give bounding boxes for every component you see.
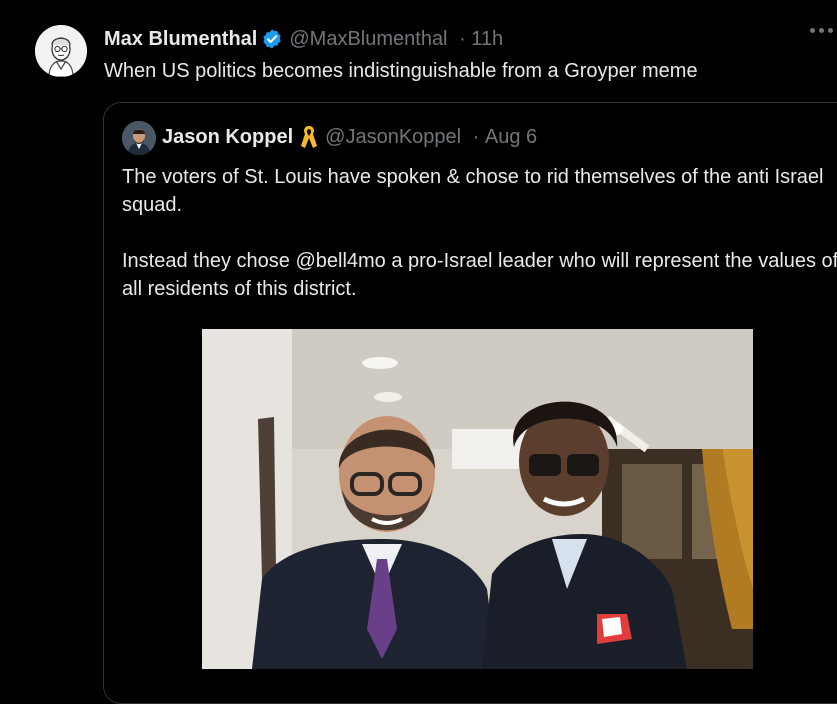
tweet: Max Blumenthal @MaxBlumenthal · 11h When… <box>0 0 837 704</box>
quote-paragraph-1: The voters of St. Louis have spoken & ch… <box>122 166 824 216</box>
quoted-tweet[interactable]: Jason Koppel @JasonKoppel · Aug 6 The vo… <box>103 102 837 704</box>
more-options-icon[interactable] <box>810 28 833 33</box>
yellow-ribbon-icon <box>301 126 318 148</box>
separator-dot: · <box>467 125 485 148</box>
tweet-text: When US politics becomes indistinguishab… <box>104 60 698 82</box>
separator-dot: · <box>453 27 472 50</box>
tweet-time[interactable]: 11h <box>471 28 503 51</box>
more-dot <box>828 28 833 33</box>
photo-illustration <box>202 329 753 669</box>
author-name[interactable]: Max Blumenthal <box>104 28 257 51</box>
quote-photo[interactable] <box>202 329 753 669</box>
author-avatar[interactable] <box>35 25 87 77</box>
quote-time[interactable]: Aug 6 <box>485 126 537 149</box>
quote-header: Jason Koppel @JasonKoppel · Aug 6 <box>162 123 537 151</box>
verified-badge-icon <box>263 29 281 49</box>
more-dot <box>810 28 815 33</box>
author-handle[interactable]: @MaxBlumenthal <box>289 28 447 51</box>
quote-author-name[interactable]: Jason Koppel <box>162 126 293 149</box>
quote-text: The voters of St. Louis have spoken & ch… <box>122 163 837 303</box>
quote-author-handle[interactable]: @JasonKoppel <box>325 126 461 149</box>
tweet-header: Max Blumenthal @MaxBlumenthal · 11h <box>104 26 503 52</box>
quote-paragraph-2: Instead they chose @bell4mo a pro-Israel… <box>122 250 837 300</box>
more-dot <box>819 28 824 33</box>
quote-author-avatar[interactable] <box>122 121 156 155</box>
